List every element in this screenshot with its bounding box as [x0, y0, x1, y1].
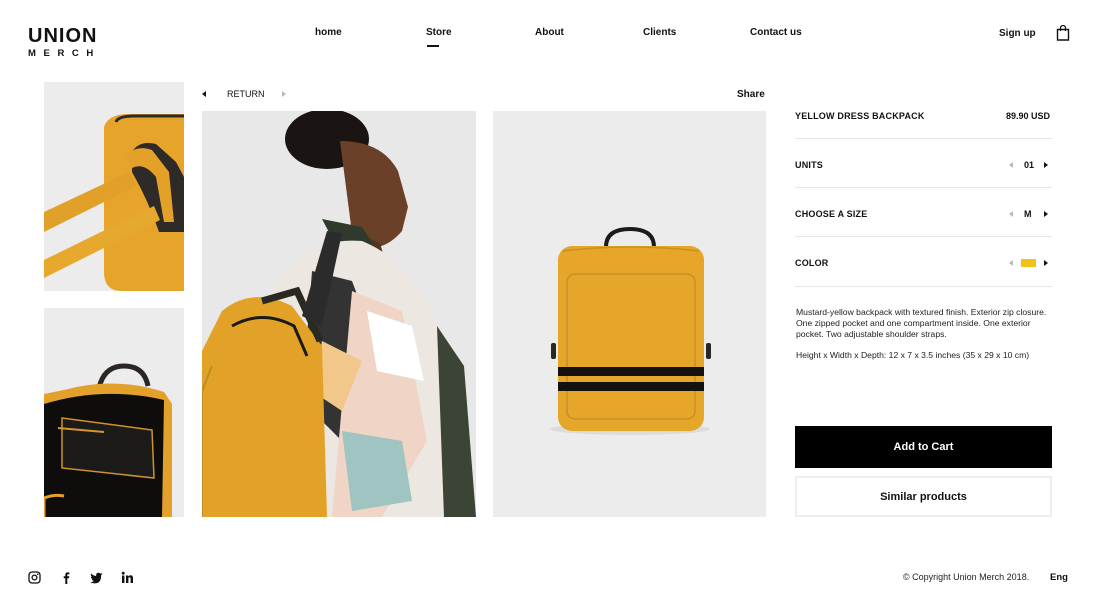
product-details-panel: YELLOW DRESS BACKPACK 89.90 USD UNITS 01…: [795, 90, 1052, 287]
model-photo[interactable]: [202, 111, 476, 517]
color-next-icon[interactable]: [1044, 260, 1048, 266]
share-link[interactable]: Share: [737, 89, 765, 100]
size-row: CHOOSE A SIZE M: [795, 188, 1052, 237]
nav-contact-us[interactable]: Contact us: [750, 27, 802, 38]
units-label: UNITS: [795, 160, 823, 170]
nav-home[interactable]: home: [315, 27, 342, 38]
backpack-top-image: [44, 82, 184, 291]
product-header-row: YELLOW DRESS BACKPACK 89.90 USD: [795, 90, 1052, 139]
nav-store[interactable]: Store: [426, 27, 452, 47]
color-prev-icon[interactable]: [1009, 260, 1013, 266]
return-link[interactable]: RETURN: [227, 89, 265, 99]
product-price: 89.90 USD: [1005, 111, 1050, 121]
backpack-front-image: [493, 111, 766, 517]
facebook-icon[interactable]: [60, 571, 73, 584]
units-increase-icon[interactable]: [1044, 162, 1048, 168]
size-value: M: [1024, 209, 1032, 219]
thumbnail-backpack-top[interactable]: [44, 82, 184, 291]
size-prev-icon[interactable]: [1009, 211, 1013, 217]
similar-products-button[interactable]: Similar products: [795, 476, 1052, 517]
color-label: COLOR: [795, 258, 829, 268]
language-switch[interactable]: Eng: [1050, 572, 1068, 583]
brand-name-line2: MERCH: [28, 48, 101, 59]
next-arrow-icon[interactable]: [282, 91, 286, 97]
add-to-cart-button[interactable]: Add to Cart: [795, 426, 1052, 468]
model-wearing-backpack-image: [202, 111, 476, 517]
product-name: YELLOW DRESS BACKPACK: [795, 111, 925, 121]
backpack-open-image: [44, 308, 184, 517]
thumbnail-backpack-open[interactable]: [44, 308, 184, 517]
dimensions-text: Height x Width x Depth: 12 x 7 x 3.5 inc…: [796, 350, 1030, 360]
color-row: COLOR: [795, 237, 1052, 287]
prev-arrow-icon[interactable]: [202, 91, 206, 97]
color-swatch[interactable]: [1021, 259, 1036, 267]
sign-up-link[interactable]: Sign up: [999, 28, 1036, 39]
main-nav: home Store About Clients Contact us: [0, 27, 1096, 47]
instagram-icon[interactable]: [28, 571, 41, 584]
linkedin-icon[interactable]: [121, 571, 134, 584]
description-text: Mustard-yellow backpack with textured fi…: [796, 307, 1047, 339]
twitter-icon[interactable]: [90, 571, 103, 584]
product-photo[interactable]: [493, 111, 766, 517]
units-row: UNITS 01: [795, 139, 1052, 188]
size-next-icon[interactable]: [1044, 211, 1048, 217]
size-label: CHOOSE A SIZE: [795, 209, 868, 219]
copyright-text: © Copyright Union Merch 2018.: [903, 572, 1030, 582]
units-decrease-icon[interactable]: [1009, 162, 1013, 168]
units-value: 01: [1024, 160, 1035, 170]
product-description: Mustard-yellow backpack with textured fi…: [796, 307, 1052, 361]
nav-about[interactable]: About: [535, 27, 564, 38]
nav-clients[interactable]: Clients: [643, 27, 676, 38]
shopping-bag-icon[interactable]: [1056, 25, 1070, 41]
